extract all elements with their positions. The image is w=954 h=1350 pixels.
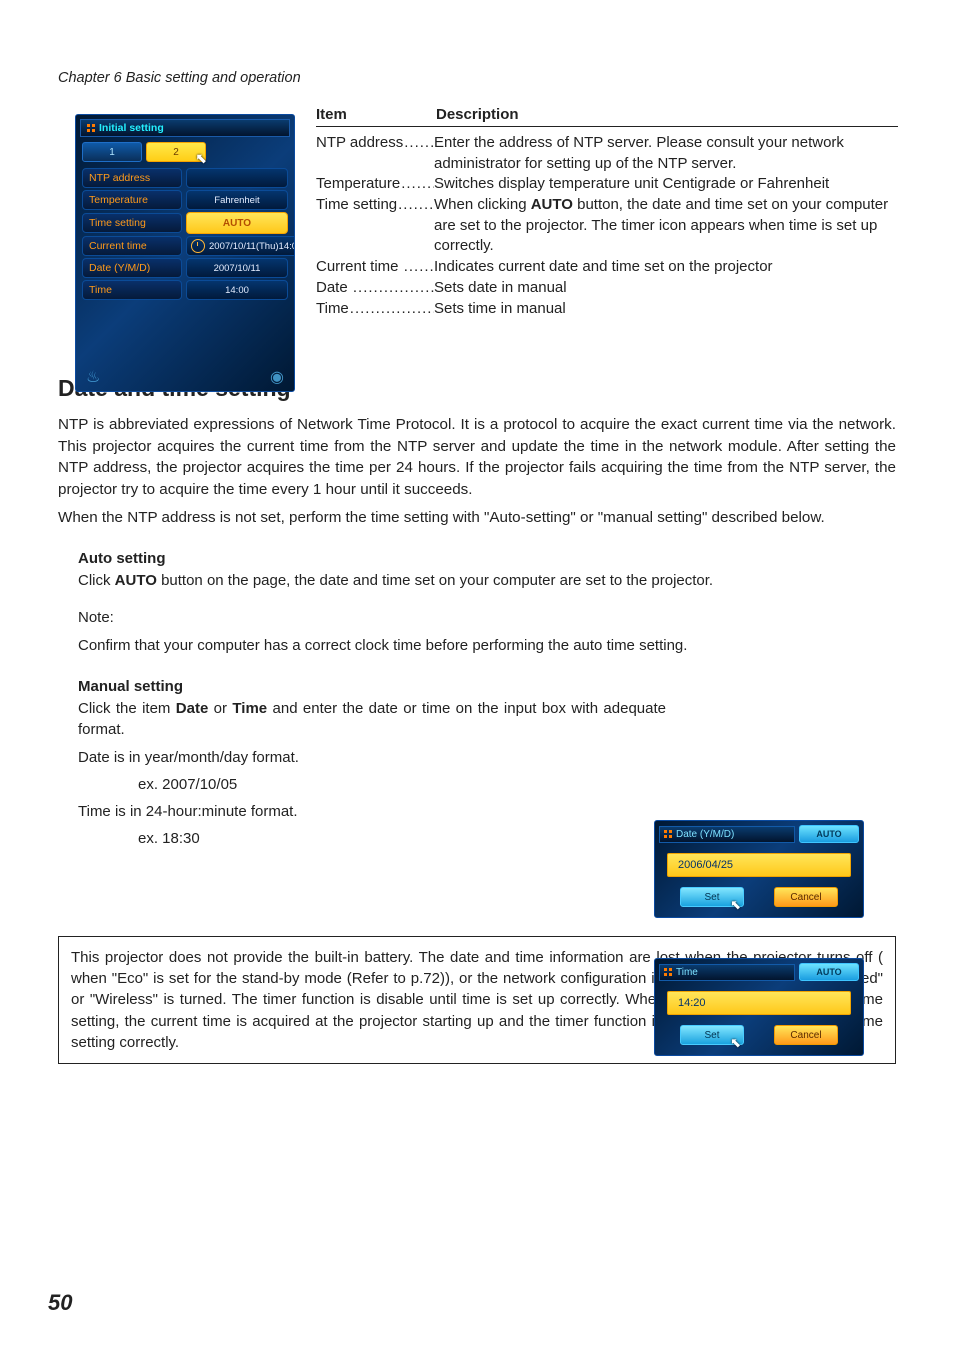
- body-paragraph: NTP is abbreviated expressions of Networ…: [58, 414, 896, 500]
- row-desc: When clicking AUTO button, the date and …: [434, 195, 898, 257]
- camera-icon: ◉: [270, 367, 284, 387]
- temperature-label[interactable]: Temperature: [82, 190, 182, 210]
- time-dialog-title: Time: [659, 964, 795, 981]
- set-button[interactable]: Set⬉: [680, 1025, 744, 1045]
- col-description: Description: [436, 106, 519, 123]
- time-label[interactable]: Time: [82, 280, 182, 300]
- ntp-address-value[interactable]: [186, 168, 288, 188]
- table-row: Current time Indicates current date and …: [316, 257, 898, 278]
- col-item: Item: [316, 106, 436, 123]
- body-paragraph: When the NTP address is not set, perform…: [58, 507, 896, 529]
- row-item: NTP address: [316, 134, 404, 151]
- current-time-value: 2007/10/11(Thu)14:00: [186, 236, 295, 256]
- temperature-value[interactable]: Fahrenheit: [186, 190, 288, 210]
- lamp-icon: ♨: [86, 367, 100, 387]
- cancel-button[interactable]: Cancel: [774, 887, 838, 907]
- screenshot-date-dialog: Date (Y/M/D) AUTO 2006/04/25 Set⬉ Cancel: [654, 820, 864, 918]
- time-input[interactable]: 14:20: [667, 991, 851, 1015]
- row-item: Current time: [316, 258, 404, 275]
- ntp-address-label[interactable]: NTP address: [82, 168, 182, 188]
- clock-icon: [191, 239, 205, 253]
- date-value[interactable]: 2007/10/11: [186, 258, 288, 278]
- current-time-label: Current time: [82, 236, 182, 256]
- time-value[interactable]: 14:00: [186, 280, 288, 300]
- row-desc: Indicates current date and time set on t…: [434, 257, 898, 278]
- auto-setting-heading: Auto setting: [78, 550, 896, 567]
- note-heading: Note:: [78, 607, 896, 628]
- row-desc: Switches display temperature unit Centig…: [434, 174, 898, 195]
- row-item: Time setting: [316, 196, 398, 213]
- tab-2[interactable]: 2 ⬉: [146, 142, 206, 162]
- row-item: Temperature: [316, 175, 401, 192]
- row-item: Time: [316, 300, 350, 317]
- date-label[interactable]: Date (Y/M/D): [82, 258, 182, 278]
- time-setting-label[interactable]: Time setting: [82, 213, 182, 233]
- table-row: Time setting When clicking AUTO button, …: [316, 195, 898, 257]
- manual-setting-heading: Manual setting: [78, 678, 666, 695]
- date-input[interactable]: 2006/04/25: [667, 853, 851, 877]
- panel-title-text: Initial setting: [99, 122, 164, 134]
- cursor-icon: ⬉: [730, 897, 741, 913]
- page-number: 50: [48, 1290, 72, 1316]
- auto-setting-text: Click AUTO button on the page, the date …: [78, 570, 896, 591]
- panel-title: Initial setting: [80, 119, 290, 137]
- manual-date-format: Date is in year/month/day format.: [78, 747, 666, 768]
- tab-1[interactable]: 1: [82, 142, 142, 162]
- manual-time-example: ex. 18:30: [138, 828, 666, 849]
- manual-setting-text: Click the item Date or Time and enter th…: [78, 698, 666, 741]
- cursor-icon: ⬉: [195, 150, 207, 167]
- current-time-text: 2007/10/11(Thu)14:00: [209, 241, 295, 252]
- set-button[interactable]: Set⬉: [680, 887, 744, 907]
- grid-icon: [664, 968, 672, 976]
- grid-icon: [87, 124, 95, 132]
- table-row: Date Sets date in manual: [316, 278, 898, 299]
- grid-icon: [664, 830, 672, 838]
- manual-date-example: ex. 2007/10/05: [138, 774, 666, 795]
- note-text: Confirm that your computer has a correct…: [78, 635, 896, 656]
- tab-2-label: 2: [173, 147, 179, 158]
- table-row: Temperature Switches display temperature…: [316, 174, 898, 195]
- auto-button[interactable]: AUTO: [799, 825, 859, 843]
- manual-time-format: Time is in 24-hour:minute format.: [78, 801, 666, 822]
- row-desc: Sets time in manual: [434, 299, 898, 320]
- cancel-button[interactable]: Cancel: [774, 1025, 838, 1045]
- date-dialog-title: Date (Y/M/D): [659, 826, 795, 843]
- description-table: Item Description NTP address Enter the a…: [316, 106, 898, 319]
- cursor-icon: ⬉: [730, 1035, 741, 1051]
- row-item: Date: [316, 279, 353, 296]
- auto-button[interactable]: AUTO: [186, 212, 288, 234]
- chapter-heading: Chapter 6 Basic setting and operation: [58, 70, 896, 86]
- auto-button[interactable]: AUTO: [799, 963, 859, 981]
- table-row: Time Sets time in manual: [316, 299, 898, 320]
- row-desc: Enter the address of NTP server. Please …: [434, 133, 898, 174]
- screenshot-initial-setting: Initial setting 1 2 ⬉ NTP address Temper…: [75, 114, 295, 392]
- row-desc: Sets date in manual: [434, 278, 898, 299]
- screenshot-time-dialog: Time AUTO 14:20 Set⬉ Cancel: [654, 958, 864, 1056]
- table-row: NTP address Enter the address of NTP ser…: [316, 133, 898, 174]
